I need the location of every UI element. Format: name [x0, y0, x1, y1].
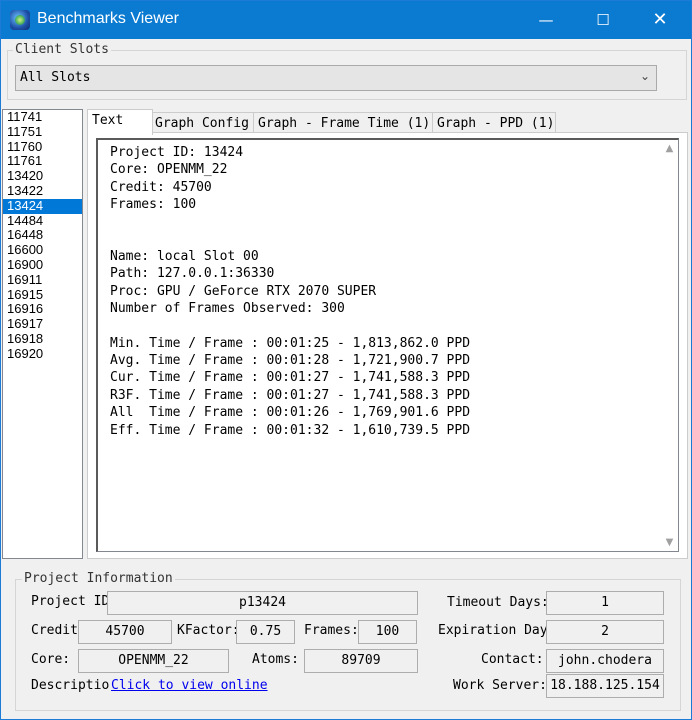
- contact-label: Contact:: [481, 652, 544, 667]
- list-item[interactable]: 16920: [3, 346, 82, 362]
- list-item[interactable]: 14484: [3, 213, 82, 229]
- description-link[interactable]: Click to view online: [111, 678, 268, 693]
- work-server-label: Work Server:: [453, 678, 547, 693]
- description-label: Descriptio: [31, 678, 109, 693]
- window-title: Benchmarks Viewer: [37, 10, 179, 27]
- list-item[interactable]: 11761: [3, 154, 82, 169]
- list-item[interactable]: 16918: [3, 331, 82, 347]
- scroll-up-icon[interactable]: ▲: [661, 140, 678, 157]
- atoms-field: 89709: [304, 649, 418, 673]
- client-slots-legend: Client Slots: [13, 42, 111, 57]
- list-item[interactable]: 16600: [3, 242, 82, 258]
- core-field: OPENMM_22: [78, 649, 229, 673]
- list-item[interactable]: 16915: [3, 287, 82, 303]
- contact-field: john.chodera: [546, 649, 664, 673]
- chevron-down-icon[interactable]: ⌄: [640, 69, 650, 83]
- client-slots-selected: All Slots: [20, 70, 91, 85]
- list-item[interactable]: 11751: [3, 124, 82, 140]
- tab-text[interactable]: Text: [87, 109, 153, 135]
- scroll-down-icon[interactable]: ▼: [661, 534, 678, 551]
- benchmark-text: Project ID: 13424 Core: OPENMM_22 Credit…: [110, 145, 471, 438]
- credit-field: 45700: [78, 620, 172, 644]
- list-item[interactable]: 13424: [3, 198, 82, 214]
- timeout-days-label: Timeout Days:: [447, 595, 549, 610]
- kfactor-label: KFactor:: [177, 623, 240, 638]
- project-list[interactable]: 11741 11751 11760 11761 13420 13422 13424 14484…: [2, 109, 83, 559]
- client-slots-dropdown[interactable]: All Slots ⌄: [15, 65, 657, 91]
- maximize-button[interactable]: ☐: [580, 1, 626, 39]
- folding-globe-icon: [10, 10, 30, 30]
- tab-graph-frame-time[interactable]: Graph - Frame Time (1): [253, 112, 433, 134]
- list-item[interactable]: 11741: [3, 110, 82, 125]
- list-item[interactable]: 16900: [3, 257, 82, 273]
- frames-label: Frames:: [304, 623, 359, 638]
- benchmark-text-output[interactable]: Project ID: 13424 Core: OPENMM_22 Credit…: [96, 138, 679, 552]
- list-item[interactable]: 13420: [3, 168, 82, 184]
- timeout-days-field: 1: [546, 591, 664, 615]
- expiration-days-field: 2: [546, 620, 664, 644]
- list-item[interactable]: 13422: [3, 183, 82, 199]
- list-item[interactable]: 16911: [3, 272, 82, 288]
- atoms-label: Atoms:: [252, 652, 299, 667]
- kfactor-field: 0.75: [236, 620, 295, 644]
- project-id-field: p13424: [107, 591, 418, 615]
- frames-field: 100: [358, 620, 417, 644]
- text-tab-panel: Project ID: 13424 Core: OPENMM_22 Credit…: [87, 132, 688, 559]
- benchmarks-viewer-window: Benchmarks Viewer — ☐ ✕ Client Slots All…: [0, 0, 692, 720]
- work-server-field: 18.188.125.154: [546, 674, 664, 698]
- tab-graph-config[interactable]: Graph Config: [150, 112, 254, 134]
- close-button[interactable]: ✕: [637, 1, 683, 39]
- project-information-legend: Project Information: [22, 571, 175, 586]
- core-label: Core:: [31, 652, 71, 667]
- list-item[interactable]: 16448: [3, 228, 82, 243]
- list-item[interactable]: 11760: [3, 139, 82, 155]
- list-item[interactable]: 16917: [3, 316, 82, 332]
- credit-label: Credit: [31, 623, 78, 638]
- tab-graph-ppd[interactable]: Graph - PPD (1): [432, 112, 556, 134]
- expiration-days-label: Expiration Days: [438, 623, 556, 638]
- vertical-scrollbar[interactable]: ▲ ▼: [661, 140, 678, 551]
- minimize-button[interactable]: —: [523, 1, 569, 39]
- project-id-label: Project ID: [31, 594, 110, 609]
- list-item[interactable]: 16916: [3, 302, 82, 317]
- title-bar[interactable]: Benchmarks Viewer — ☐ ✕: [1, 1, 691, 39]
